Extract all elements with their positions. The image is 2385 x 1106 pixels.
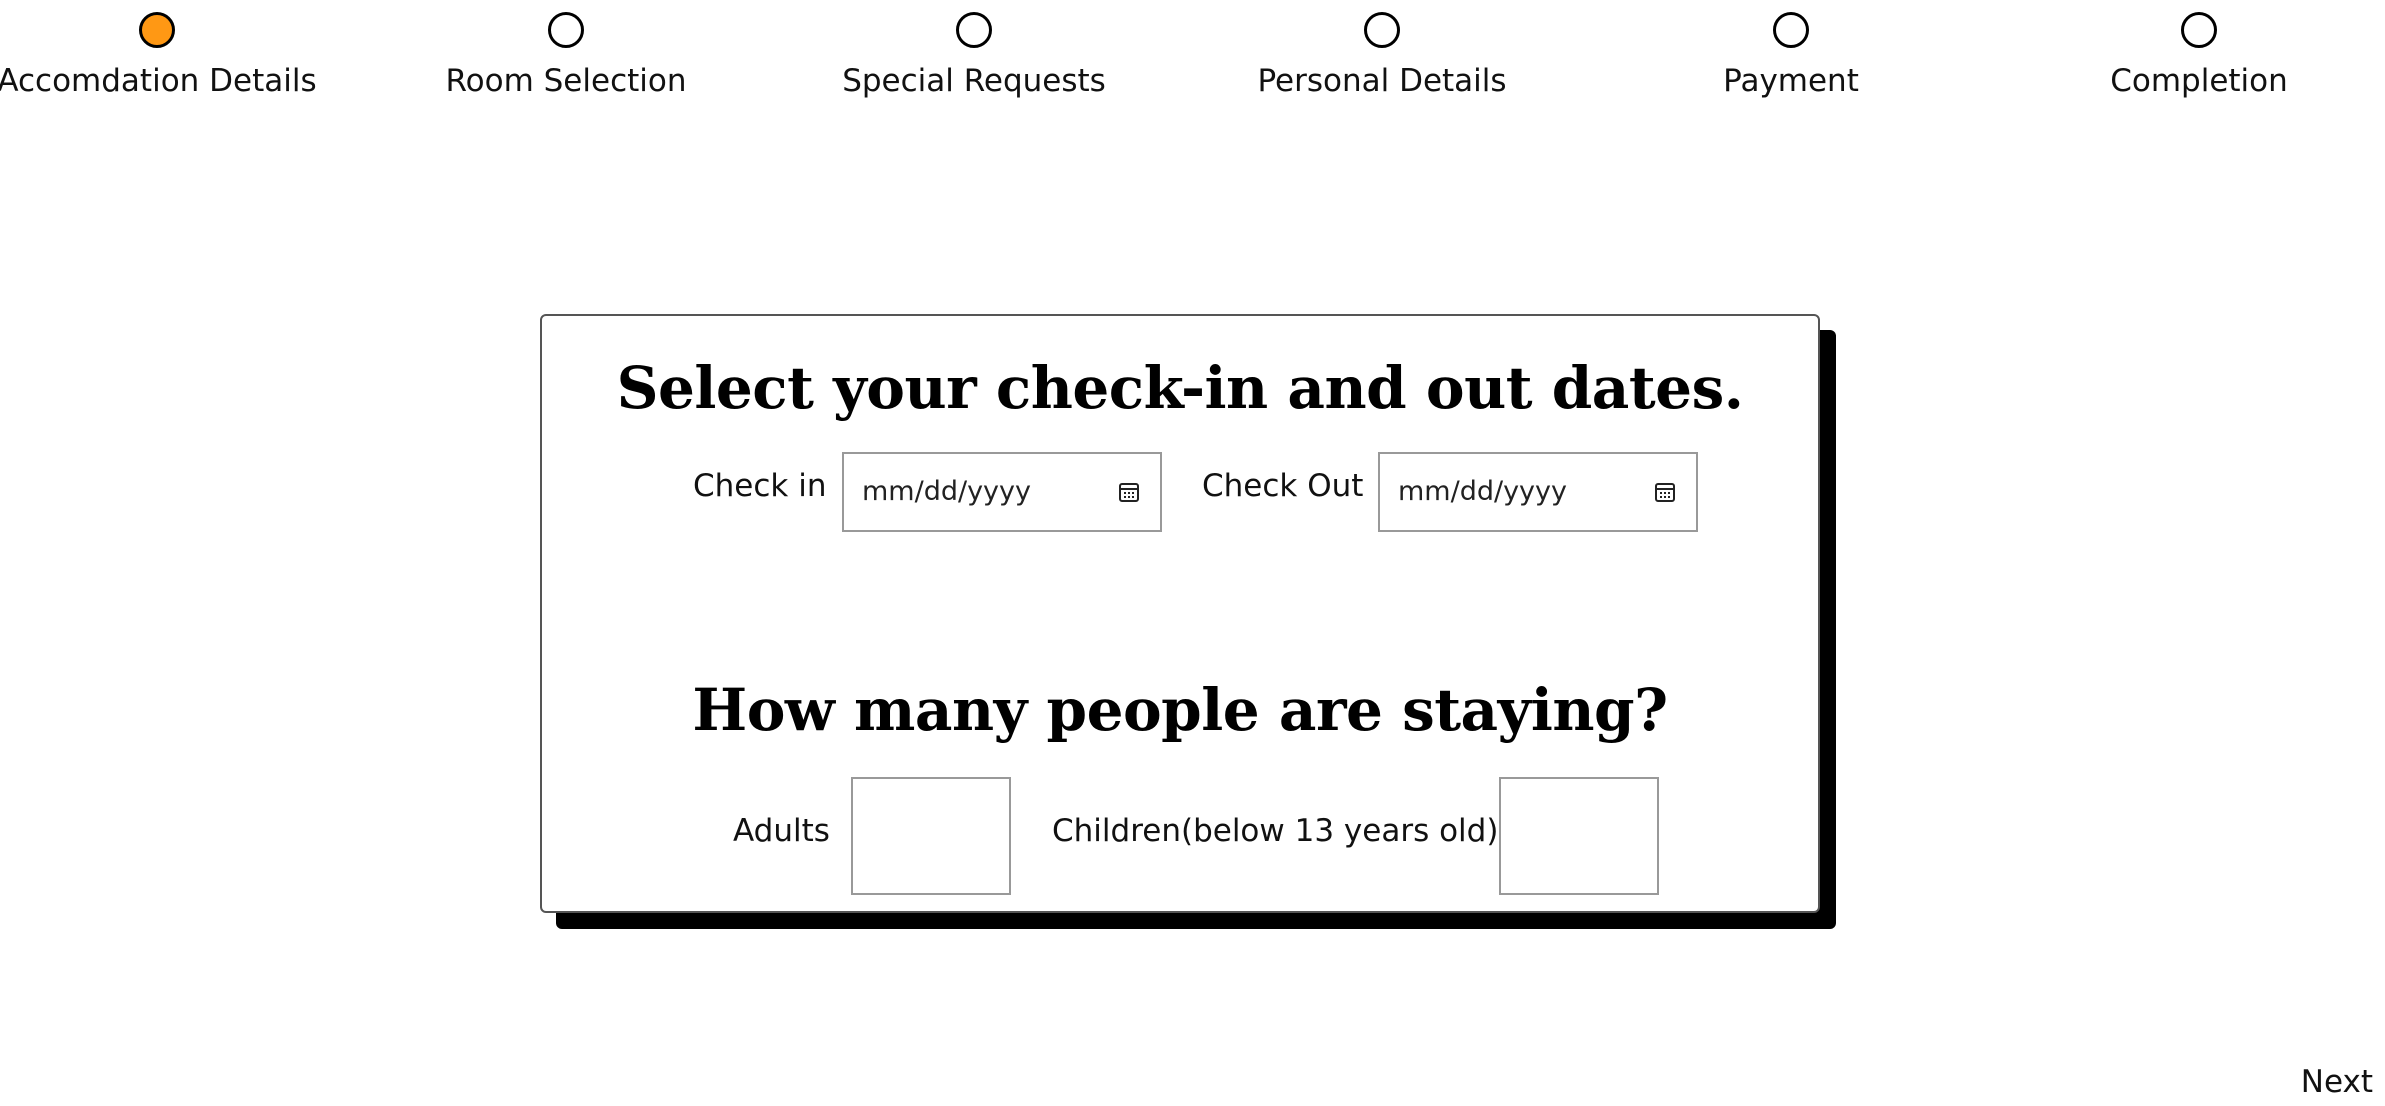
step-circle-icon: [956, 12, 992, 48]
dates-heading: Select your check-in and out dates.: [616, 354, 1744, 422]
check-out-date-input[interactable]: mm/dd/yyyy: [1378, 452, 1698, 532]
step-label: Accomdation Details: [0, 63, 317, 99]
check-in-placeholder: mm/dd/yyyy: [862, 476, 1031, 507]
step-circle-icon: [2181, 12, 2217, 48]
adults-label: Adults: [733, 813, 830, 849]
calendar-icon[interactable]: [1654, 481, 1676, 503]
step-accommodation-details[interactable]: Accomdation Details: [0, 12, 327, 99]
step-completion[interactable]: Completion: [2029, 12, 2369, 99]
step-label: Payment: [1723, 63, 1859, 99]
step-room-selection[interactable]: Room Selection: [396, 12, 736, 99]
adults-input[interactable]: [851, 777, 1011, 895]
step-special-requests[interactable]: Special Requests: [804, 12, 1144, 99]
check-out-placeholder: mm/dd/yyyy: [1398, 476, 1567, 507]
children-input[interactable]: [1499, 777, 1659, 895]
step-label: Room Selection: [445, 63, 687, 99]
check-in-date-input[interactable]: mm/dd/yyyy: [842, 452, 1162, 532]
step-payment[interactable]: Payment: [1621, 12, 1961, 99]
step-circle-icon: [1364, 12, 1400, 48]
step-label: Completion: [2110, 63, 2288, 99]
children-label: Children(below 13 years old): [1052, 813, 1499, 849]
calendar-icon[interactable]: [1118, 481, 1140, 503]
step-personal-details[interactable]: Personal Details: [1212, 12, 1552, 99]
people-heading: How many people are staying?: [692, 676, 1668, 744]
step-circle-icon: [548, 12, 584, 48]
next-button[interactable]: Next: [2301, 1064, 2373, 1100]
progress-stepper: Accomdation Details Room Selection Speci…: [0, 0, 2385, 130]
check-in-label: Check in: [693, 468, 827, 504]
step-circle-icon: [1773, 12, 1809, 48]
step-label: Special Requests: [842, 63, 1106, 99]
step-active-circle-icon: [139, 12, 175, 48]
step-label: Personal Details: [1257, 63, 1507, 99]
check-out-label: Check Out: [1202, 468, 1364, 504]
booking-card: Select your check-in and out dates. Chec…: [540, 314, 1820, 913]
